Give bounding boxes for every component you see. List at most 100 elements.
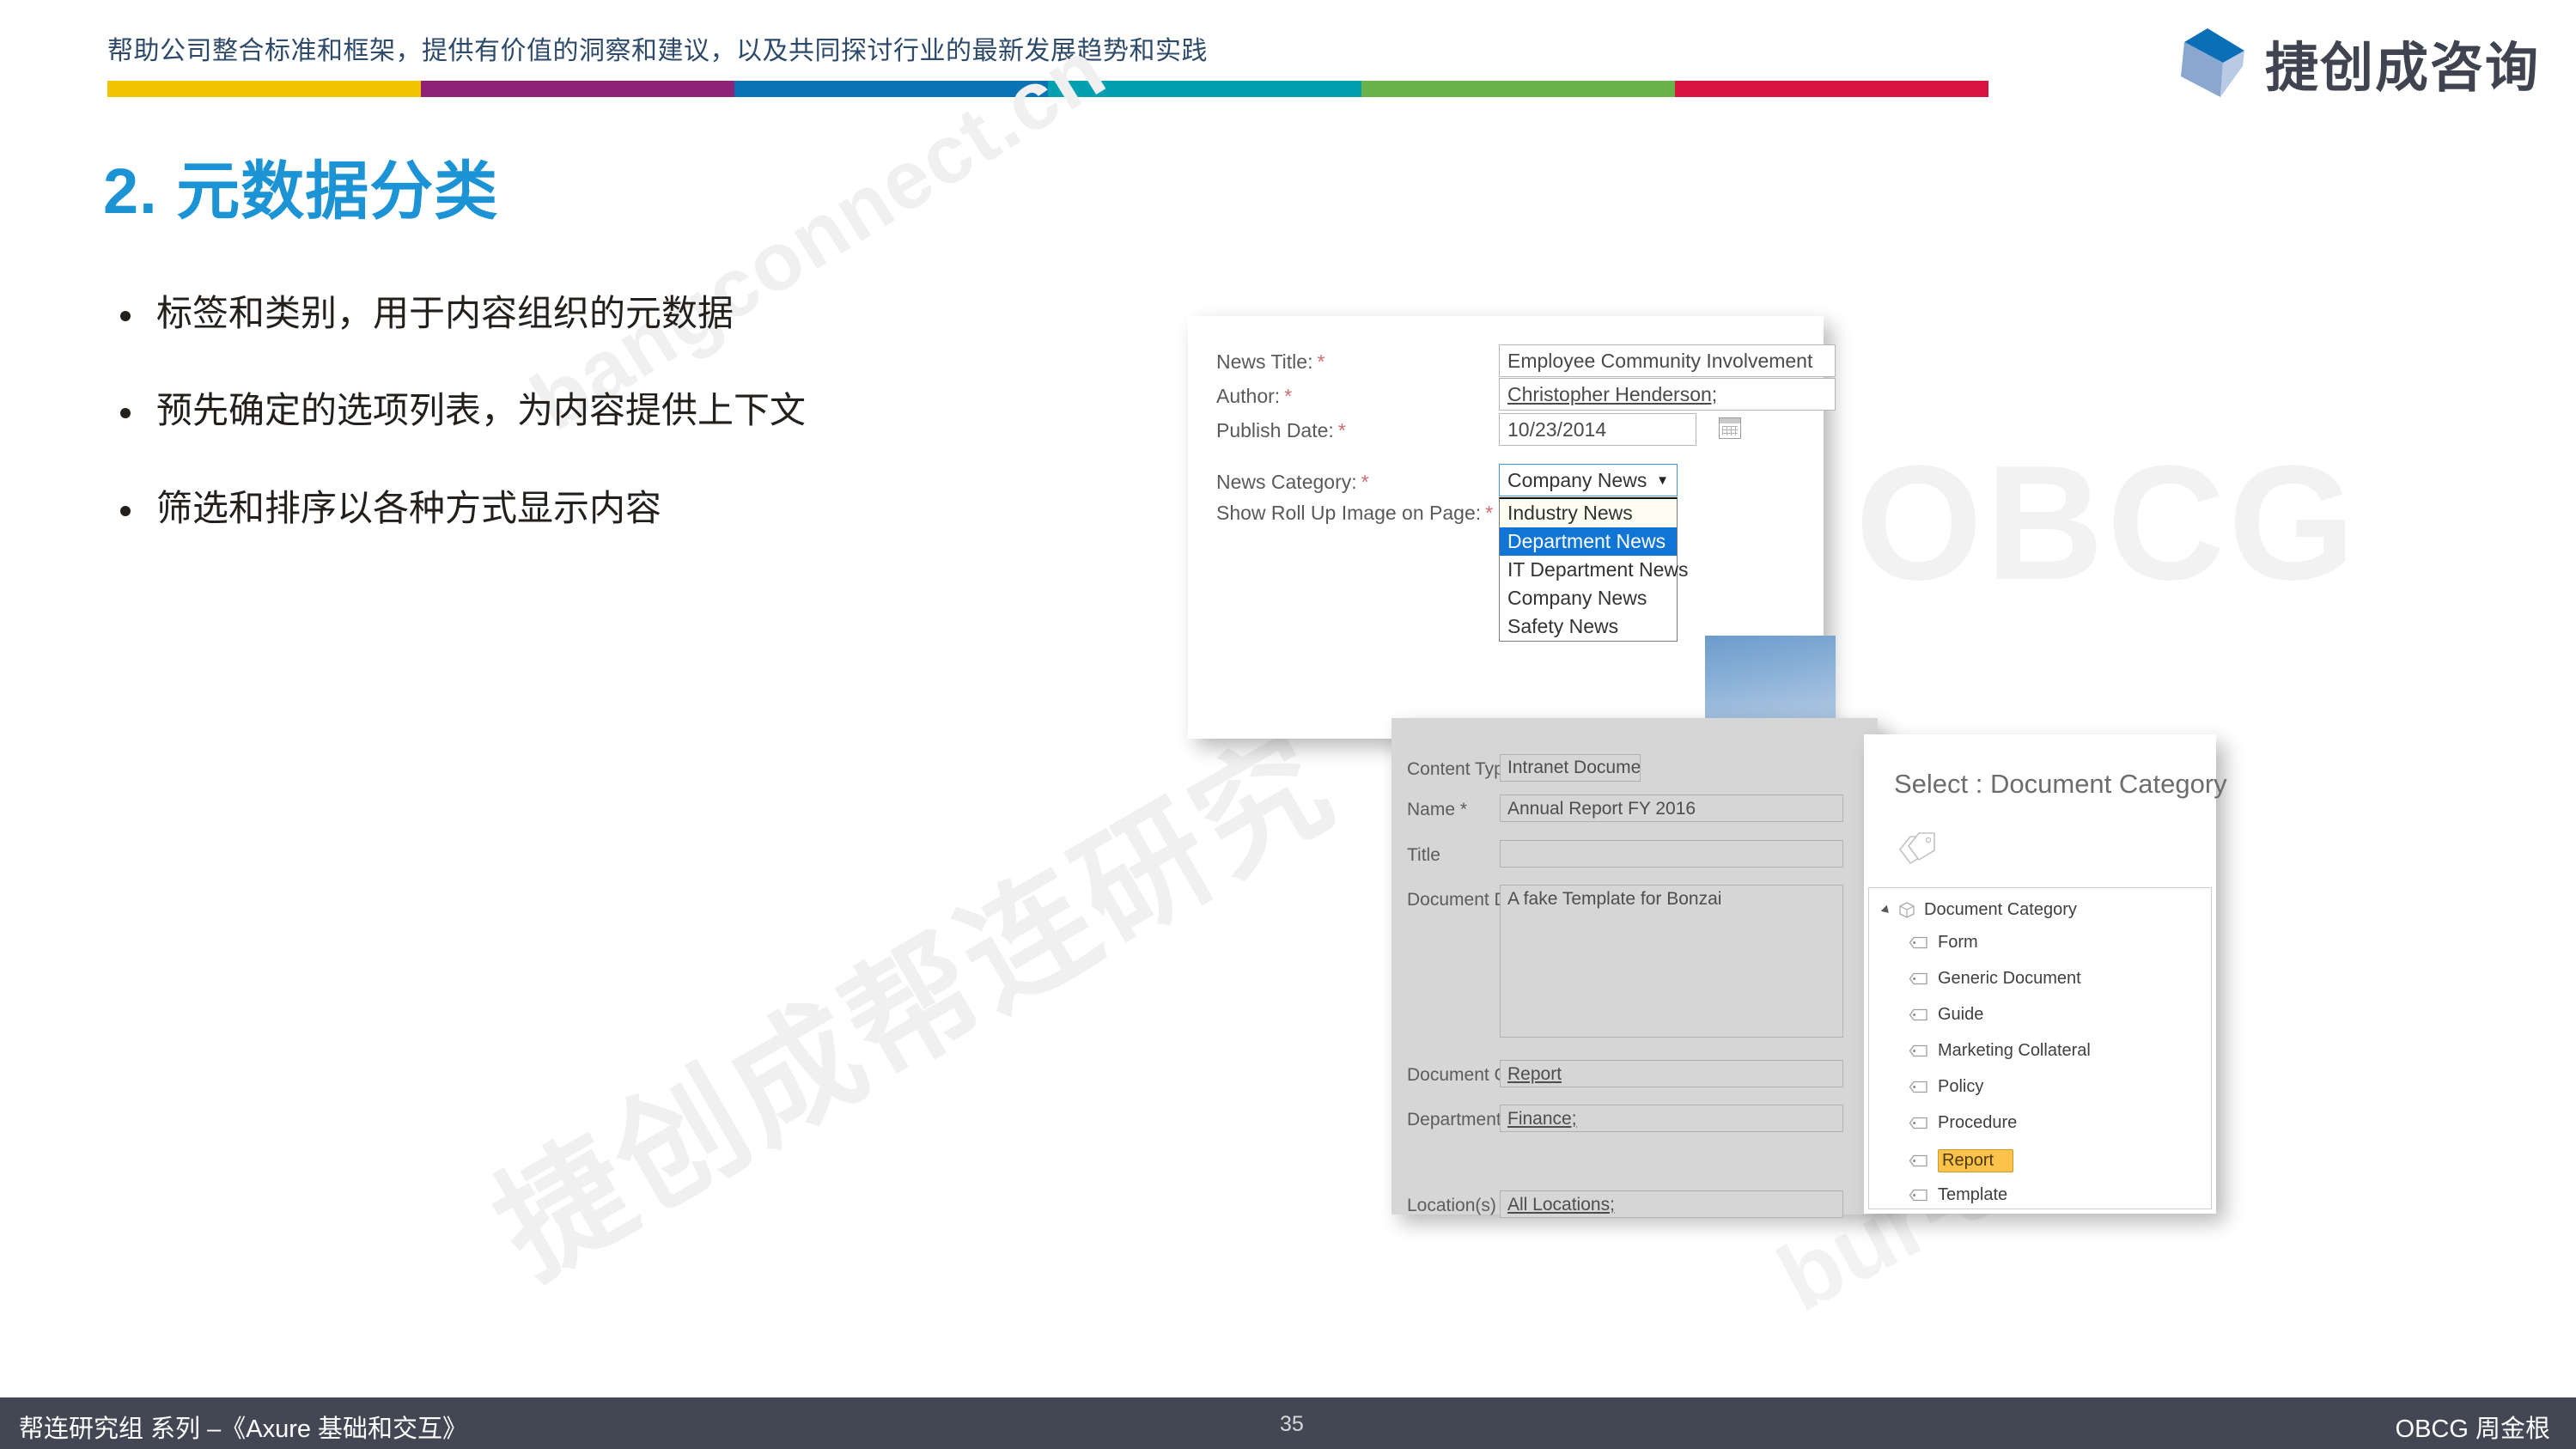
- page-title: 2. 元数据分类: [103, 155, 499, 227]
- author-label-row: Author: *: [1216, 385, 1292, 408]
- slide-root: 帮助公司整合标准和框架，提供有价值的洞察和建议，以及共同探讨行业的最新发展趋势和…: [0, 0, 2576, 1449]
- document-form-screenshot: Content Type Intranet Document ▼ Name * …: [1392, 718, 1878, 1218]
- tag-icon: [1909, 1189, 1929, 1202]
- tag-icon: [1909, 1008, 1929, 1021]
- category-tree[interactable]: Document Category Form Generic Document Gu…: [1868, 887, 2212, 1209]
- tree-item[interactable]: Generic Document: [1909, 969, 2081, 989]
- news-title-label: News Title:: [1216, 350, 1313, 373]
- footer-bar: 帮连研究组 系列 –《Axure 基础和交互》 35 OBCG 周金根: [0, 1397, 2576, 1449]
- color-bar-segment-magenta: [421, 81, 734, 97]
- tree-root-node[interactable]: Document Category: [1880, 900, 2077, 920]
- list-item: 标签和类别，用于内容组织的元数据: [120, 292, 1151, 335]
- news-category-select[interactable]: Company News ▼: [1499, 464, 1678, 496]
- document-description-textarea[interactable]: A fake Template for Bonzai: [1500, 885, 1843, 1038]
- bullet-text: 标签和类别，用于内容组织的元数据: [156, 293, 734, 333]
- footer-series-label: 帮连研究组 系列 –《Axure 基础和交互》: [19, 1416, 468, 1443]
- name-input[interactable]: Annual Report FY 2016: [1500, 795, 1843, 822]
- tag-icon: [1909, 1081, 1929, 1093]
- tree-item[interactable]: Marketing Collateral: [1909, 1041, 2091, 1061]
- required-marker: *: [1337, 419, 1346, 441]
- bullet-list: 标签和类别，用于内容组织的元数据 预先确定的选项列表，为内容提供上下文 筛选和排…: [120, 292, 1151, 584]
- company-logo: 捷创成咨询: [2169, 24, 2540, 101]
- expand-triangle-icon[interactable]: [1880, 904, 1892, 916]
- document-category-value: Report: [1507, 1064, 1562, 1084]
- dropdown-option[interactable]: Safety News: [1500, 612, 1677, 641]
- tree-item-label: Form: [1938, 933, 1978, 952]
- tree-item[interactable]: Procedure: [1909, 1113, 2017, 1133]
- locations-label: Location(s): [1407, 1196, 1496, 1215]
- bullet-text: 预先确定的选项列表，为内容提供上下文: [156, 390, 807, 431]
- tag-icon: [1909, 1117, 1929, 1129]
- tag-icon: [1909, 1044, 1929, 1057]
- color-bar-segment-teal: [1048, 81, 1361, 97]
- departments-value: Finance;: [1507, 1109, 1577, 1129]
- bullet-dot-icon: [120, 505, 131, 516]
- dropdown-option[interactable]: IT Department News: [1500, 556, 1688, 584]
- tree-item-label: Generic Document: [1938, 969, 2081, 988]
- color-bar-segment-blue: [734, 81, 1048, 97]
- dropdown-option[interactable]: Company News: [1500, 584, 1677, 612]
- locations-value: All Locations;: [1507, 1195, 1615, 1215]
- stack-icon: [1897, 902, 1916, 918]
- publish-date-input[interactable]: 10/23/2014: [1499, 413, 1696, 446]
- tree-item-label: Template: [1938, 1185, 2008, 1204]
- tree-item[interactable]: Guide: [1909, 1005, 1983, 1025]
- footer-page-number: 35: [1280, 1412, 1304, 1436]
- rollup-label-row: Show Roll Up Image on Page: *: [1216, 502, 1493, 525]
- required-marker: *: [1485, 502, 1494, 524]
- tags-icon: [1897, 831, 1941, 867]
- news-category-dropdown[interactable]: Industry News Department News IT Departmen…: [1499, 497, 1688, 642]
- required-marker: *: [1284, 385, 1293, 407]
- color-bar-segment-green: [1361, 81, 1675, 97]
- required-marker: *: [1361, 471, 1369, 493]
- news-category-value: Company News: [1507, 468, 1647, 491]
- news-title-input[interactable]: Employee Community Involvement: [1499, 344, 1836, 377]
- calendar-icon[interactable]: [1719, 417, 1741, 439]
- tree-item-label: Policy: [1938, 1077, 1984, 1096]
- tree-item[interactable]: Template: [1909, 1185, 2007, 1205]
- watermark-obcg: OBCG: [1855, 432, 2359, 614]
- tree-item-label: Marketing Collateral: [1938, 1041, 2091, 1060]
- dialog-title: Select : Document Category: [1894, 769, 2227, 799]
- locations-input[interactable]: All Locations;: [1500, 1190, 1843, 1218]
- content-type-value: Intranet Document: [1507, 758, 1641, 777]
- bullet-dot-icon: [120, 408, 131, 419]
- tree-item-label: Report: [1938, 1149, 2014, 1172]
- tag-icon: [1909, 936, 1929, 949]
- rollup-image-label: Show Roll Up Image on Page:: [1216, 502, 1482, 524]
- chevron-down-icon: ▼: [1656, 472, 1669, 488]
- tree-item-label: Procedure: [1938, 1113, 2018, 1132]
- tree-item[interactable]: Policy: [1909, 1077, 1983, 1097]
- author-input[interactable]: Christopher Henderson;: [1499, 378, 1836, 411]
- watermark-chinese: 捷创成帮连研究: [472, 709, 1357, 1303]
- news-form-screenshot: News Title: * Employee Community Involve…: [1188, 316, 1836, 739]
- title-label: Title: [1407, 845, 1440, 865]
- cube-logo-icon: [2169, 25, 2246, 100]
- publish-date-label: Publish Date:: [1216, 419, 1334, 441]
- content-type-select[interactable]: Intranet Document ▼: [1500, 754, 1641, 782]
- publish-date-label-row: Publish Date: *: [1216, 419, 1346, 442]
- tree-item[interactable]: Report: [1909, 1149, 2014, 1172]
- tag-icon: [1909, 972, 1929, 985]
- title-input[interactable]: [1500, 840, 1843, 868]
- news-category-label: News Category:: [1216, 471, 1357, 493]
- select-document-category-dialog: Select : Document Category Document Cate…: [1864, 734, 2227, 1214]
- list-item: 筛选和排序以各种方式显示内容: [120, 487, 1151, 530]
- bullet-text: 筛选和排序以各种方式显示内容: [156, 487, 662, 528]
- tree-item[interactable]: Form: [1909, 933, 1978, 953]
- document-category-input[interactable]: Report: [1500, 1060, 1843, 1087]
- footer-author: OBCG 周金根: [2395, 1416, 2550, 1443]
- tree-root-label: Document Category: [1924, 900, 2077, 919]
- dropdown-option[interactable]: Department News: [1500, 527, 1677, 556]
- content-type-label: Content Type: [1407, 759, 1514, 779]
- header-color-bar: [107, 81, 1988, 97]
- header-tagline: 帮助公司整合标准和框架，提供有价值的洞察和建议，以及共同探讨行业的最新发展趋势和…: [107, 37, 1208, 65]
- dropdown-option[interactable]: Industry News: [1500, 499, 1677, 527]
- tag-icon: [1909, 1154, 1929, 1167]
- list-item: 预先确定的选项列表，为内容提供上下文: [120, 389, 1151, 432]
- departments-input[interactable]: Finance;: [1500, 1105, 1843, 1132]
- color-bar-segment-yellow: [107, 81, 421, 97]
- author-value: Christopher Henderson;: [1507, 382, 1718, 405]
- required-marker: *: [1317, 350, 1325, 373]
- bullet-dot-icon: [120, 311, 131, 321]
